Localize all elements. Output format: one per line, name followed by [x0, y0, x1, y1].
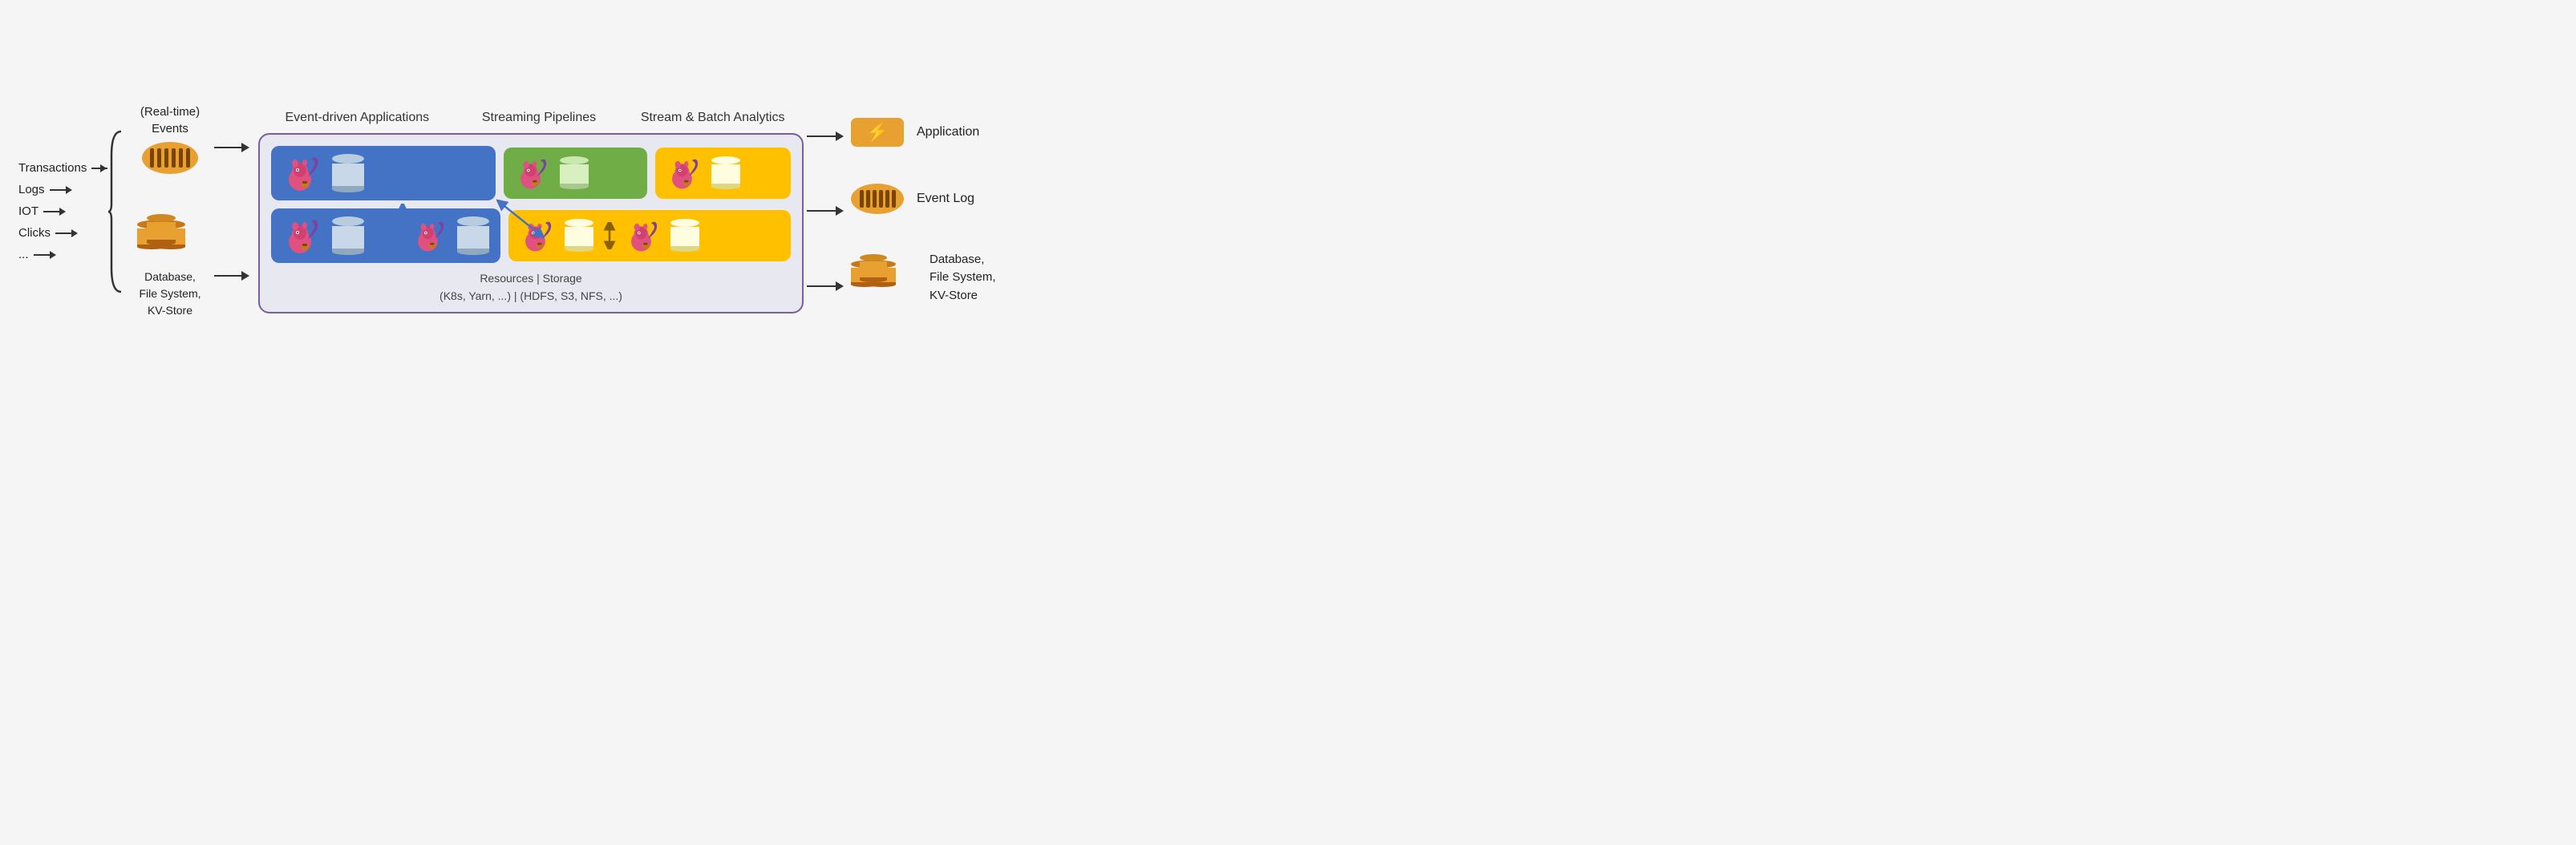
app-icon: ⚡ — [851, 118, 904, 147]
output-db-label: Database,File System,KV-Store — [930, 251, 996, 305]
flink-squirrel-4 — [282, 216, 324, 255]
arrow-more — [34, 249, 56, 261]
input-logs: Logs — [18, 183, 107, 196]
col-header-analytics: Stream & Batch Analytics — [641, 109, 785, 127]
lightning-icon: ⚡ — [866, 122, 888, 143]
panel-event-driven-top — [271, 146, 496, 200]
panel-streaming-top — [504, 148, 647, 199]
arrow-iot — [43, 206, 66, 217]
col-header-event-driven: Event-driven Applications — [277, 109, 437, 127]
panel-event-driven-bottom — [271, 208, 500, 263]
diagram: Transactions Logs IOT Clicks ... ( — [18, 11, 1270, 412]
main-bordered-box: Resources | Storage (K8s, Yarn, ...) | (… — [258, 133, 804, 313]
arrows-to-box — [214, 83, 258, 340]
input-transactions: Transactions — [18, 161, 107, 175]
arrow-logs — [50, 184, 72, 196]
events-db-column: (Real-time) Events — [126, 83, 214, 340]
panel-db-green — [560, 156, 589, 189]
database-section: Database,File System,KV-Store — [137, 214, 203, 319]
input-label-iot: IOT — [18, 204, 38, 218]
output-app-label: Application — [917, 125, 979, 139]
input-label-more: ... — [18, 248, 29, 261]
output-column: ⚡ Application Event Log — [851, 99, 996, 324]
arrow-to-box-top — [214, 147, 254, 148]
internal-arrow-blue-vertical — [395, 204, 411, 236]
panel-db-blue-2 — [332, 216, 364, 255]
output-eventlog-label: Event Log — [917, 192, 974, 206]
flink-squirrel-2 — [515, 156, 552, 191]
panel-analytics-bottom — [508, 210, 791, 261]
yellow-vertical-arrows — [601, 222, 618, 249]
db-label: Database,File System,KV-Store — [139, 269, 200, 319]
output-database: Database,File System,KV-Store — [851, 251, 996, 305]
right-arrow-2 — [807, 210, 851, 212]
input-brace — [107, 123, 126, 300]
panel-analytics-top — [655, 148, 791, 199]
events-section: (Real-time) Events — [140, 103, 200, 174]
input-clicks: Clicks — [18, 226, 107, 240]
panel-db-yellow-1 — [711, 156, 740, 189]
output-event-log: Event Log — [851, 184, 996, 214]
arrow-transactions — [91, 163, 107, 174]
arrow-clicks — [55, 228, 78, 239]
arrow-to-box-bottom — [214, 275, 254, 277]
input-label-logs: Logs — [18, 183, 45, 196]
db-stack-icon — [137, 214, 203, 264]
right-arrow-1 — [807, 135, 851, 137]
output-app: ⚡ Application — [851, 118, 996, 147]
events-label: (Real-time) Events — [140, 103, 200, 137]
kafka-events-icon — [142, 142, 198, 174]
column-headers: Event-driven Applications Streaming Pipe… — [258, 109, 804, 127]
panel-db-yellow-3 — [670, 219, 699, 252]
input-more: ... — [18, 248, 107, 261]
main-box-container: Event-driven Applications Streaming Pipe… — [258, 109, 804, 313]
box-footer: Resources | Storage (K8s, Yarn, ...) | (… — [271, 269, 791, 305]
flink-squirrel-5 — [412, 218, 449, 253]
flink-squirrel-7 — [626, 218, 662, 253]
right-arrow-3 — [807, 285, 851, 287]
col-header-streaming: Streaming Pipelines — [475, 109, 603, 127]
input-label-clicks: Clicks — [18, 226, 51, 240]
right-arrows-col — [807, 99, 851, 324]
flink-squirrel-1 — [282, 154, 324, 192]
internal-arrow-diagonal — [496, 199, 545, 243]
panel-db-yellow-2 — [565, 219, 593, 252]
panel-db-blue-3 — [457, 216, 489, 255]
top-row — [271, 146, 791, 200]
input-label-transactions: Transactions — [18, 161, 87, 175]
brace-svg — [107, 123, 126, 300]
kafka-output-icon — [851, 184, 904, 214]
db-output-icon — [851, 254, 917, 302]
inputs-column: Transactions Logs IOT Clicks ... — [18, 161, 107, 261]
panel-db-blue-1 — [332, 154, 364, 192]
flink-squirrel-3 — [666, 156, 703, 191]
input-iot: IOT — [18, 204, 107, 218]
